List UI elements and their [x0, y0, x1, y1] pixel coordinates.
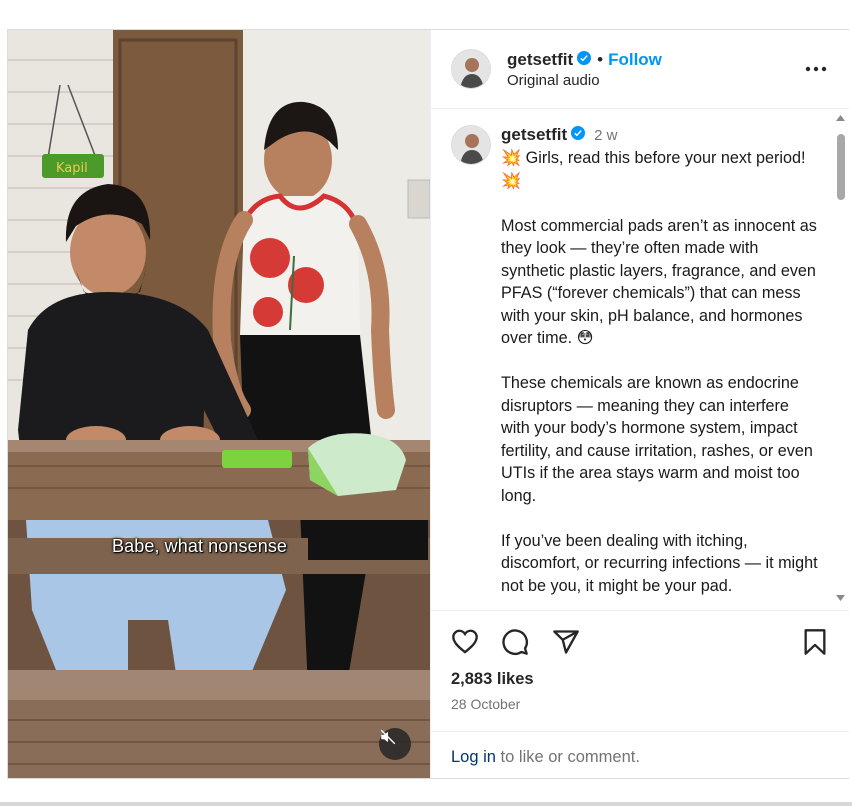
author-line: getsetfit • Follow	[507, 50, 662, 70]
separator-dot: •	[597, 50, 604, 69]
caption-time[interactable]: 2 w	[594, 127, 617, 144]
caption-paragraph: These chemicals are known as endocrine d…	[501, 374, 813, 505]
window-bottom-edge	[0, 802, 852, 806]
login-prompt-row: Log in to like or comment.	[431, 731, 849, 779]
scrollbar[interactable]	[832, 109, 849, 609]
avatar-image	[452, 126, 490, 164]
caption-paragraph: If you’ve been dealing with itching, dis…	[501, 531, 818, 595]
follow-button[interactable]: Follow	[608, 50, 662, 70]
scroll-thumb[interactable]	[837, 134, 845, 200]
verified-badge-icon	[571, 125, 586, 145]
login-link[interactable]: Log in	[451, 748, 496, 766]
caption-paragraph: Most commercial pads aren’t as innocent …	[501, 216, 817, 348]
scroll-up-icon[interactable]	[836, 115, 845, 121]
comment-bubble-icon[interactable]	[501, 628, 529, 661]
login-prompt-text: to like or comment.	[495, 748, 640, 766]
caption-author-avatar[interactable]	[451, 125, 491, 165]
caption-author-line: getsetfit 2 w	[501, 125, 617, 145]
bookmark-icon[interactable]	[803, 628, 827, 661]
author-avatar[interactable]	[451, 49, 491, 89]
post-video[interactable]: Kapil Babe, what nonsense	[8, 30, 430, 778]
login-prompt: Log in to like or comment.	[451, 748, 640, 767]
post-header: getsetfit • Follow Original audio	[431, 30, 849, 109]
action-bar: 2,883 likes 28 October	[431, 610, 849, 720]
video-caption: Babe, what nonsense	[112, 536, 288, 556]
video-frame-illustration: Kapil	[8, 30, 430, 778]
more-options-icon[interactable]	[805, 59, 827, 77]
caption-paragraph: 💥 Girls, read this before your next peri…	[501, 149, 806, 190]
verified-badge-icon	[577, 50, 592, 70]
speaker-muted-icon	[380, 729, 396, 745]
sign-text: Kapil	[56, 161, 88, 176]
post-dialog: Kapil Babe, what nonsense getsetfit • Fo…	[7, 29, 849, 779]
likes-count[interactable]: 2,883 likes	[451, 670, 534, 689]
heart-icon[interactable]	[451, 628, 479, 659]
author-username[interactable]: getsetfit	[507, 50, 573, 70]
scroll-down-icon[interactable]	[836, 595, 845, 601]
caption-text: 💥 Girls, read this before your next peri…	[501, 147, 819, 609]
mute-toggle-button[interactable]	[379, 728, 411, 760]
post-side-panel: getsetfit • Follow Original audio getset…	[430, 30, 849, 778]
send-paper-plane-icon[interactable]	[552, 628, 580, 661]
caption-scroll-area[interactable]: getsetfit 2 w 💥 Girls, read this before …	[431, 109, 849, 609]
avatar-image	[452, 50, 490, 88]
original-audio-link[interactable]: Original audio	[507, 72, 600, 89]
post-date[interactable]: 28 October	[451, 696, 520, 712]
caption-username[interactable]: getsetfit	[501, 125, 567, 145]
